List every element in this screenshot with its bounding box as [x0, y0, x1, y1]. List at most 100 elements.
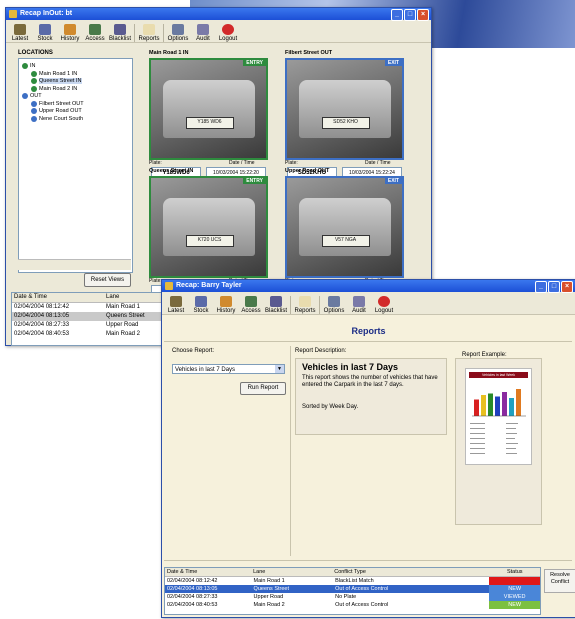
tree-item[interactable]: Queens Street IN	[31, 78, 82, 84]
table-row[interactable]: 02/04/2004 08:40:53 Main Road 2 Out of Acc…	[165, 601, 540, 609]
run-report-button[interactable]: Run Report	[240, 382, 286, 395]
minimize-button[interactable]: _	[535, 281, 547, 293]
camera-view[interactable]: Y185 WD6 ENTRY	[149, 58, 268, 160]
inout-titlebar[interactable]: Recap InOut: bt _ □ ×	[6, 8, 431, 21]
toolbar-reports-button[interactable]: Reports	[294, 296, 316, 314]
toolbar-label: Blacklist	[265, 308, 288, 314]
example-bar	[502, 392, 507, 416]
toolbar-access-button[interactable]: Access	[84, 24, 106, 42]
location-icon	[31, 115, 37, 122]
toolbar-label: Latest	[167, 308, 185, 314]
example-bar	[509, 398, 514, 416]
tree-item[interactable]: OUT	[22, 93, 42, 99]
col-status[interactable]: Status	[488, 568, 540, 576]
tree-horizontal-scrollbar[interactable]	[18, 259, 131, 270]
tree-item[interactable]: Main Road 1 IN	[31, 70, 77, 77]
maximize-button[interactable]: □	[548, 281, 560, 293]
toolbar-latest-button[interactable]: Latest	[9, 24, 31, 42]
tree-item[interactable]: Main Road 2 IN	[31, 85, 77, 92]
table-row[interactable]: 02/04/2004 08:13:05 Queens Street Out of A…	[165, 585, 540, 593]
toolbar-label: Audit	[352, 308, 366, 314]
chevron-down-icon[interactable]: ▼	[275, 365, 284, 373]
col-date-time[interactable]: Date & Time	[12, 293, 104, 302]
plate-image-text: Y185 WD6	[185, 116, 234, 129]
inout-window-title: Recap InOut: bt	[20, 10, 73, 17]
report-select[interactable]: Vehicles in last 7 Days ▼	[172, 364, 285, 374]
close-button[interactable]: ×	[417, 9, 429, 21]
toolbar-separator	[134, 24, 135, 42]
status-badge: VIEWED	[489, 593, 540, 601]
table-cell: No Plate	[335, 594, 357, 600]
reports-window-title: Recap: Barry Tayler	[176, 282, 242, 289]
col-lane[interactable]: Lane	[251, 568, 332, 576]
toolbar-separator	[319, 296, 320, 314]
stock-icon	[39, 24, 51, 35]
toolbar-history-button[interactable]: History	[215, 296, 237, 314]
toolbar-audit-button[interactable]: Audit	[348, 296, 370, 314]
col-date-time[interactable]: Date & Time	[165, 568, 251, 576]
location-icon	[22, 63, 28, 69]
tree-item[interactable]: Filbert Street OUT	[31, 100, 84, 107]
plate-image-text: SD52 KHO	[321, 116, 370, 129]
options-icon	[172, 24, 184, 35]
table-cell: 02/04/2004 08:40:53	[167, 602, 218, 608]
audit-icon	[353, 296, 365, 307]
minimize-button[interactable]: _	[391, 9, 403, 21]
toolbar-label: Reports	[138, 36, 160, 42]
toolbar-label: Access	[85, 36, 105, 42]
toolbar-logout-button[interactable]: Logout	[373, 296, 395, 314]
toolbar-stock-button[interactable]: Stock	[34, 24, 56, 42]
toolbar-separator	[163, 24, 164, 42]
divider	[164, 341, 572, 342]
camera-title: Queens Street IN	[149, 168, 194, 174]
toolbar-access-button[interactable]: Access	[240, 296, 262, 314]
toolbar-audit-button[interactable]: Audit	[192, 24, 214, 42]
table-row[interactable]: 02/04/2004 08:27:33 Upper Road No Plate VIE…	[165, 593, 540, 601]
status-badge: NEW	[489, 601, 540, 609]
toolbar-blacklist-button[interactable]: Blacklist	[265, 296, 287, 314]
close-button[interactable]: ×	[561, 281, 573, 293]
plate-label: Plate:	[285, 160, 298, 166]
logout-icon	[222, 24, 234, 35]
camera-view[interactable]: V57 NGA EXIT	[285, 176, 404, 278]
toolbar-blacklist-button[interactable]: Blacklist	[109, 24, 131, 42]
toolbar-label: Blacklist	[109, 36, 132, 42]
options-icon	[328, 296, 340, 307]
locations-tree[interactable]: IN Main Road 1 IN Queens Street IN Main Roa…	[18, 58, 133, 273]
toolbar-logout-button[interactable]: Logout	[217, 24, 239, 42]
history-icon	[220, 296, 232, 307]
camera-title: Main Road 1 IN	[149, 50, 189, 56]
toolbar-label: History	[60, 36, 80, 42]
reports-titlebar[interactable]: Recap: Barry Tayler _ □ ×	[162, 280, 575, 293]
toolbar-latest-button[interactable]: Latest	[165, 296, 187, 314]
camera-view[interactable]: SD52 KHO EXIT	[285, 58, 404, 160]
report-description-text: This report shows the number of vehicles…	[302, 375, 438, 388]
blacklist-icon	[114, 24, 126, 35]
tree-item-label: Upper Road OUT	[39, 108, 82, 114]
report-description-label: Report Description:	[295, 348, 347, 354]
table-cell: Upper Road	[253, 594, 284, 600]
table-cell: Out of Access Control	[335, 602, 389, 608]
toolbar-label: Options	[167, 36, 189, 42]
datetime-label: Date / Time	[229, 160, 255, 166]
reset-views-button[interactable]: Reset Views	[84, 273, 131, 287]
logout-icon	[378, 296, 390, 307]
col-conflict-type[interactable]: Conflict Type	[332, 568, 487, 576]
toolbar-history-button[interactable]: History	[59, 24, 81, 42]
tree-item-label: IN	[30, 63, 36, 69]
toolbar-stock-button[interactable]: Stock	[190, 296, 212, 314]
tree-item[interactable]: Nene Court South	[31, 115, 83, 122]
tree-item[interactable]: IN	[22, 63, 36, 69]
resolve-conflict-button[interactable]: Resolve Conflict	[544, 569, 575, 593]
conflicts-grid[interactable]: Date & Time Lane Conflict Type Status 02…	[164, 567, 541, 615]
toolbar-options-button[interactable]: Options	[323, 296, 345, 314]
location-icon	[31, 100, 37, 107]
table-row[interactable]: 02/04/2004 08:12:42 Main Road 1 BlackList …	[165, 577, 540, 585]
toolbar-label: Stock	[37, 36, 53, 42]
toolbar-reports-button[interactable]: Reports	[138, 24, 160, 42]
toolbar-options-button[interactable]: Options	[167, 24, 189, 42]
maximize-button[interactable]: □	[404, 9, 416, 21]
tree-item[interactable]: Upper Road OUT	[31, 108, 82, 114]
toolbar-label: Options	[323, 308, 345, 314]
camera-view[interactable]: K720 UCS ENTRY	[149, 176, 268, 278]
